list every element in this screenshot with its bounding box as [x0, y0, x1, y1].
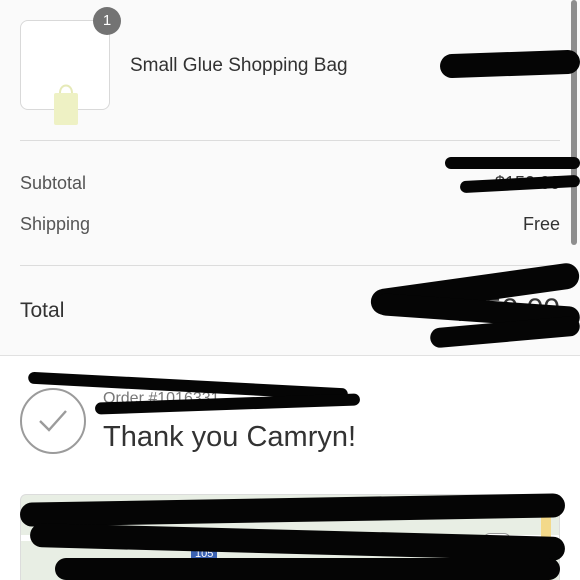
- check-circle-icon: [20, 388, 86, 454]
- highway-shield: 105: [191, 547, 218, 561]
- product-thumbnail: [20, 20, 110, 125]
- map-road: [21, 535, 559, 541]
- total-currency: USD: [404, 305, 430, 319]
- order-number: Order #1016331: [103, 390, 220, 407]
- product-name: Small Glue Shopping Bag: [130, 55, 348, 76]
- product-price: $150.00: [494, 55, 560, 75]
- map-pin-icon: [71, 503, 99, 531]
- route-shield: 126: [483, 533, 512, 547]
- map-place-label: Owen Rose Garden: [103, 503, 245, 520]
- delivery-map[interactable]: Owen Rose Garden 105 126: [20, 494, 560, 580]
- thank-you-message: Thank you Camryn!: [103, 421, 357, 453]
- yellow-bag-icon: [54, 84, 78, 125]
- map-road: [541, 495, 551, 580]
- total-value: $150.00: [451, 293, 560, 326]
- order-summary: 1 Small Glue Shopping Bag $150.00 Subtot…: [0, 0, 580, 356]
- quantity-badge: 1: [93, 7, 121, 35]
- divider: [20, 140, 560, 141]
- subtotal-label: Subtotal: [20, 173, 87, 193]
- scrollbar[interactable]: [571, 0, 577, 245]
- shipping-label: Shipping: [20, 214, 91, 234]
- subtotal-value: $150.00: [494, 173, 560, 193]
- shipping-value: Free: [522, 214, 560, 234]
- divider: [20, 265, 560, 266]
- total-label: Total: [20, 299, 65, 322]
